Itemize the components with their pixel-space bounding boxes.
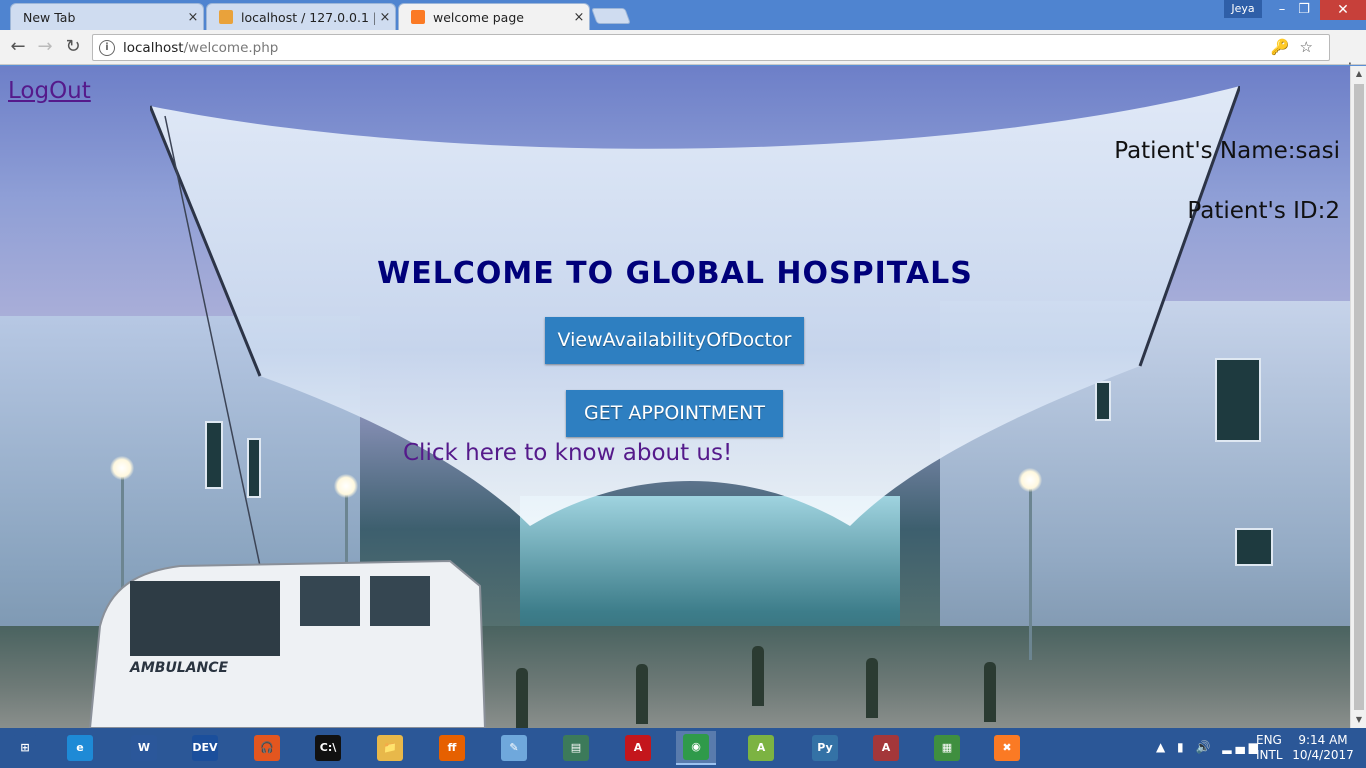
ambulance-label: AMBULANCE xyxy=(129,660,229,676)
spreadsheet-icon: ▦ xyxy=(934,735,960,761)
taskbar-item-android-studio[interactable]: A xyxy=(741,731,781,765)
chrome-icon: ◉ xyxy=(683,734,709,760)
acrobat-icon: A xyxy=(625,735,651,761)
taskbar-item-internet-explorer[interactable]: e xyxy=(60,731,100,765)
page-title: WELCOME TO GLOBAL HOSPITALS xyxy=(0,256,1350,291)
browser-tab-strip: New Tab × localhost / 127.0.0.1 | php × … xyxy=(0,0,1366,30)
tab-close-icon[interactable]: × xyxy=(375,10,395,25)
phpmyadmin-icon xyxy=(219,10,233,24)
clock-date: 10/4/2017 xyxy=(1292,748,1354,762)
reload-icon[interactable]: ↻ xyxy=(61,36,85,60)
xampp-icon xyxy=(411,10,425,24)
start-button: ⊞ xyxy=(12,735,38,761)
access-icon: A xyxy=(873,735,899,761)
patient-id: Patient's ID:2 xyxy=(1187,198,1340,224)
internet-explorer-icon: e xyxy=(67,735,93,761)
url-path: /welcome.php xyxy=(183,39,279,56)
taskbar-item-access[interactable]: A xyxy=(866,731,906,765)
new-tab-button[interactable] xyxy=(591,8,631,24)
taskbar-item-firefox[interactable]: ff xyxy=(432,731,472,765)
word-icon: W xyxy=(131,735,157,761)
xampp-icon: ✖ xyxy=(994,735,1020,761)
tab-title: New Tab xyxy=(23,9,76,25)
tab-close-icon[interactable]: × xyxy=(183,10,203,25)
bollard xyxy=(984,662,996,722)
site-info-icon[interactable]: i xyxy=(99,39,115,56)
bollard xyxy=(866,658,878,718)
scroll-down-icon[interactable]: ▼ xyxy=(1351,712,1366,728)
lamp-light xyxy=(110,456,134,480)
system-tray-icons[interactable]: ▲ ▮ 🔊 ▂▄▆ xyxy=(1156,740,1262,768)
close-window-icon[interactable]: ✕ xyxy=(1320,0,1366,20)
command-prompt-icon: C:\ xyxy=(315,735,341,761)
forward-icon[interactable]: → xyxy=(33,36,57,60)
taskbar-item-file-explorer[interactable]: 📁 xyxy=(370,731,410,765)
android-studio-icon: A xyxy=(748,735,774,761)
ambulance-image: AMBULANCE xyxy=(88,559,487,728)
window-app-icon: ▤ xyxy=(563,735,589,761)
python-icon: Py xyxy=(812,735,838,761)
clock-time: 9:14 AM xyxy=(1298,733,1348,747)
firefox-icon: ff xyxy=(439,735,465,761)
taskbar-item-xampp[interactable]: ✖ xyxy=(987,731,1027,765)
taskbar-item-spreadsheet[interactable]: ▦ xyxy=(927,731,967,765)
profile-chip[interactable]: Jeya xyxy=(1224,0,1262,18)
tab-new-tab[interactable]: New Tab × xyxy=(10,3,204,30)
scroll-up-icon[interactable]: ▲ xyxy=(1351,66,1366,82)
taskbar-item-headphones[interactable]: 🎧 xyxy=(247,731,287,765)
keyboard-layout: INTL xyxy=(1256,748,1283,762)
maximize-icon[interactable]: ❐ xyxy=(1290,0,1318,20)
taskbar-item-dev-cpp[interactable]: DEV xyxy=(185,731,225,765)
headphones-icon: 🎧 xyxy=(254,735,280,761)
taskbar-item-window-app[interactable]: ▤ xyxy=(556,731,596,765)
language-indicator[interactable]: ENG INTL xyxy=(1256,733,1283,763)
taskbar-item-command-prompt[interactable]: C:\ xyxy=(308,731,348,765)
taskbar-item-word[interactable]: W xyxy=(124,731,164,765)
browser-toolbar: ← → ↻ i localhost/welcome.php 🔑☆ ⋮ xyxy=(0,30,1366,77)
bollard xyxy=(636,664,648,724)
tab-close-icon[interactable]: × xyxy=(569,10,589,25)
system-clock[interactable]: 9:14 AM 10/4/2017 xyxy=(1290,733,1356,763)
taskbar-item-python[interactable]: Py xyxy=(805,731,845,765)
logout-link[interactable]: LogOut xyxy=(8,78,91,104)
language-code: ENG xyxy=(1256,733,1282,747)
tab-welcome-page[interactable]: welcome page × xyxy=(398,3,590,30)
taskbar-item-notepad[interactable]: ✎ xyxy=(494,731,534,765)
bollard xyxy=(752,646,764,706)
welcome-heading: WELCOME TO GLOBAL HOSPITALS xyxy=(377,256,973,291)
tab-title: welcome page xyxy=(433,9,524,25)
notepad-icon: ✎ xyxy=(501,735,527,761)
taskbar-item-start[interactable]: ⊞ xyxy=(5,731,45,765)
vertical-scrollbar[interactable]: ▲ ▼ xyxy=(1350,66,1366,728)
address-bar[interactable]: i localhost/welcome.php 🔑☆ xyxy=(92,34,1330,61)
url-host: localhost xyxy=(123,39,184,56)
page-content: AMBULANCE LogOut Patient's Name:sasi Pat… xyxy=(0,66,1350,728)
get-appointment-button[interactable]: GET APPOINTMENT xyxy=(566,390,783,437)
bollard xyxy=(516,668,528,728)
taskbar-item-acrobat[interactable]: A xyxy=(618,731,658,765)
patient-name: Patient's Name:sasi xyxy=(1114,138,1340,164)
bookmark-star-icon[interactable]: 🔑☆ xyxy=(1271,38,1323,56)
file-explorer-icon: 📁 xyxy=(377,735,403,761)
building-window xyxy=(1235,528,1273,566)
back-icon[interactable]: ← xyxy=(6,36,30,60)
dev-cpp-icon: DEV xyxy=(192,735,218,761)
windows-taskbar: ⊞ e W DEV 🎧 C:\ 📁 ff ✎ ▤ A ◉ A Py A ▦ ✖ ▲ ▮ 🔊 ▂▄▆ ENG IN… xyxy=(0,728,1366,768)
view-availability-button[interactable]: ViewAvailabilityOfDoctor xyxy=(545,317,804,364)
tab-phpmyadmin[interactable]: localhost / 127.0.0.1 | php × xyxy=(206,3,396,30)
tab-title: localhost / 127.0.0.1 | php xyxy=(241,9,375,25)
about-us-link[interactable]: Click here to know about us! xyxy=(403,440,732,466)
taskbar-item-chrome[interactable]: ◉ xyxy=(676,731,716,765)
scroll-thumb[interactable] xyxy=(1354,84,1364,710)
